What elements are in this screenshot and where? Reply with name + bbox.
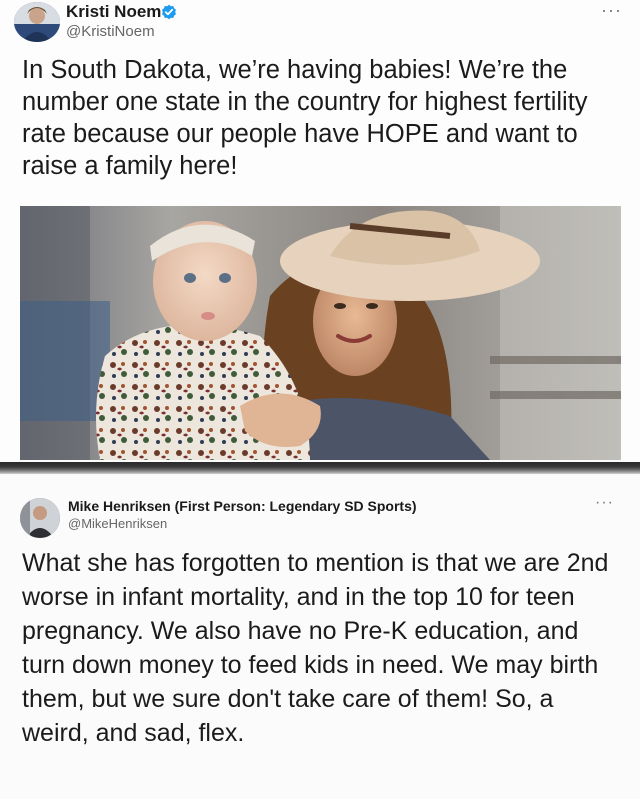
- tweet-text: What she has forgotten to mention is tha…: [22, 549, 609, 747]
- more-options-icon[interactable]: ···: [595, 494, 614, 512]
- author-handle[interactable]: @KristiNoem: [66, 23, 155, 40]
- tweet-photo[interactable]: [20, 206, 621, 460]
- author-handle[interactable]: @MikeHenriksen: [68, 516, 167, 531]
- screenshot-divider: [0, 462, 640, 474]
- tweet-text: In South Dakota, we’re having babies! We…: [22, 56, 588, 180]
- author-name[interactable]: Kristi Noem: [66, 2, 161, 22]
- more-options-icon[interactable]: ···: [601, 0, 622, 21]
- tweet-kristi-noem[interactable]: Kristi Noem @KristiNoem ··· In South Dak…: [0, 0, 640, 462]
- author-avatar[interactable]: [20, 498, 60, 538]
- screenshot-composite: Kristi Noem @KristiNoem ··· In South Dak…: [0, 0, 640, 799]
- author-avatar[interactable]: [14, 2, 60, 42]
- tweet-mike-henriksen[interactable]: Mike Henriksen (First Person: Legendary …: [0, 474, 640, 799]
- verified-badge-icon: [162, 4, 176, 20]
- author-name[interactable]: Mike Henriksen (First Person: Legendary …: [68, 498, 417, 514]
